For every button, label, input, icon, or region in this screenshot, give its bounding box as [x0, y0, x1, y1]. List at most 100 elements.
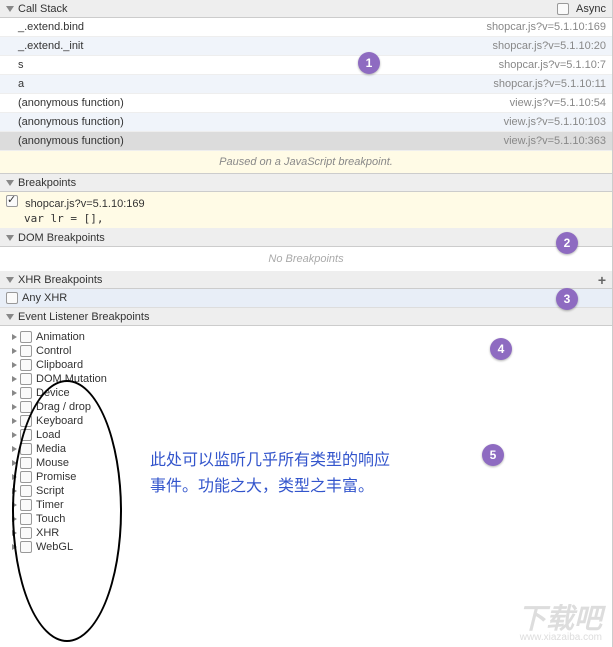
frame-location: view.js?v=5.1.10:363 — [504, 135, 606, 147]
event-category-item[interactable]: Load — [8, 428, 612, 442]
event-category-checkbox[interactable] — [20, 513, 32, 525]
disclosure-triangle-icon — [12, 418, 17, 424]
event-category-checkbox[interactable] — [20, 499, 32, 511]
event-category-item[interactable]: Clipboard — [8, 358, 612, 372]
call-stack-frame[interactable]: (anonymous function) view.js?v=5.1.10:103 — [0, 113, 612, 132]
add-xhr-breakpoint-icon[interactable]: + — [598, 272, 606, 288]
disclosure-triangle-icon — [12, 544, 17, 550]
watermark-url: www.xiazaiba.com — [520, 632, 602, 643]
event-category-checkbox[interactable] — [20, 331, 32, 343]
event-category-checkbox[interactable] — [20, 401, 32, 413]
event-category-item[interactable]: WebGL — [8, 540, 612, 554]
event-category-label: Drag / drop — [36, 401, 91, 413]
frame-function: (anonymous function) — [18, 116, 124, 128]
dom-breakpoints-header[interactable]: DOM Breakpoints — [0, 229, 612, 247]
event-category-label: XHR — [36, 527, 59, 539]
xhr-breakpoints-header[interactable]: XHR Breakpoints + — [0, 271, 612, 289]
any-xhr-row[interactable]: Any XHR — [0, 289, 612, 308]
breakpoints-title: Breakpoints — [18, 177, 606, 189]
event-category-item[interactable]: Control — [8, 344, 612, 358]
any-xhr-label: Any XHR — [22, 292, 67, 304]
call-stack-frame[interactable]: sshopcar.js?v=5.1.10:7 — [0, 56, 612, 75]
call-stack-list: _.extend.bindshopcar.js?v=5.1.10:169_.ex… — [0, 18, 612, 151]
disclosure-triangle-icon — [12, 432, 17, 438]
frame-location: view.js?v=5.1.10:103 — [504, 116, 606, 128]
event-category-label: WebGL — [36, 541, 73, 553]
event-category-label: Touch — [36, 513, 65, 525]
disclosure-triangle-icon — [12, 474, 17, 480]
breakpoint-label: shopcar.js?v=5.1.10:169 — [25, 198, 145, 210]
event-category-checkbox[interactable] — [20, 443, 32, 455]
event-category-label: Timer — [36, 499, 64, 511]
event-category-item[interactable]: Touch — [8, 512, 612, 526]
event-listener-title: Event Listener Breakpoints — [18, 311, 606, 323]
event-category-label: Promise — [36, 471, 76, 483]
dom-breakpoints-title: DOM Breakpoints — [18, 232, 606, 244]
annotation-badge-4: 4 — [490, 338, 512, 360]
xhr-breakpoints-title: XHR Breakpoints — [18, 274, 598, 286]
call-stack-frame[interactable]: (anonymous function) view.js?v=5.1.10:54 — [0, 94, 612, 113]
breakpoint-code: var lr = [], — [24, 212, 606, 225]
event-category-label: Keyboard — [36, 415, 83, 427]
event-category-label: DOM Mutation — [36, 373, 107, 385]
async-checkbox[interactable] — [557, 3, 569, 15]
event-category-item[interactable]: Animation — [8, 330, 612, 344]
event-category-checkbox[interactable] — [20, 387, 32, 399]
event-category-item[interactable]: Keyboard — [8, 414, 612, 428]
disclosure-triangle-icon — [12, 516, 17, 522]
any-xhr-checkbox[interactable] — [6, 292, 18, 304]
annotation-badge-2: 2 — [556, 232, 578, 254]
event-category-label: Load — [36, 429, 60, 441]
annotation-text: 此处可以监听几乎所有类型的响应事件。功能之大，类型之丰富。 — [150, 448, 400, 499]
frame-function: _.extend.bind — [18, 21, 84, 33]
frame-location: view.js?v=5.1.10:54 — [510, 97, 606, 109]
event-category-item[interactable]: DOM Mutation — [8, 372, 612, 386]
disclosure-triangle-icon — [12, 404, 17, 410]
call-stack-frame[interactable]: (anonymous function) view.js?v=5.1.10:363 — [0, 132, 612, 151]
disclosure-triangle-icon — [12, 376, 17, 382]
disclosure-triangle-icon — [12, 446, 17, 452]
async-label: Async — [576, 3, 606, 15]
event-category-item[interactable]: Drag / drop — [8, 400, 612, 414]
event-category-checkbox[interactable] — [20, 457, 32, 469]
event-category-checkbox[interactable] — [20, 359, 32, 371]
event-category-checkbox[interactable] — [20, 373, 32, 385]
event-category-checkbox[interactable] — [20, 485, 32, 497]
event-category-item[interactable]: Timer — [8, 498, 612, 512]
call-stack-frame[interactable]: ashopcar.js?v=5.1.10:11 — [0, 75, 612, 94]
event-category-label: Media — [36, 443, 66, 455]
event-category-label: Clipboard — [36, 359, 83, 371]
disclosure-triangle-icon — [6, 235, 14, 241]
frame-location: shopcar.js?v=5.1.10:169 — [486, 21, 606, 33]
call-stack-frame[interactable]: _.extend._initshopcar.js?v=5.1.10:20 — [0, 37, 612, 56]
event-category-item[interactable]: XHR — [8, 526, 612, 540]
event-category-checkbox[interactable] — [20, 527, 32, 539]
disclosure-triangle-icon — [12, 362, 17, 368]
frame-location: shopcar.js?v=5.1.10:20 — [493, 40, 606, 52]
event-category-label: Control — [36, 345, 71, 357]
event-category-checkbox[interactable] — [20, 429, 32, 441]
disclosure-triangle-icon — [12, 334, 17, 340]
call-stack-header[interactable]: Call Stack Async — [0, 0, 612, 18]
call-stack-title: Call Stack — [18, 3, 557, 15]
call-stack-frame[interactable]: _.extend.bind shopcar.js?v=5.1.10:169 — [0, 18, 612, 37]
frame-location: shopcar.js?v=5.1.10:7 — [499, 59, 606, 71]
frame-function: (anonymous function) — [18, 97, 124, 109]
disclosure-triangle-icon — [12, 530, 17, 536]
breakpoint-item[interactable]: shopcar.js?v=5.1.10:169 var lr = [], — [0, 192, 612, 229]
event-category-item[interactable]: Device — [8, 386, 612, 400]
pause-banner: Paused on a JavaScript breakpoint. — [0, 151, 612, 174]
disclosure-triangle-icon — [6, 6, 14, 12]
frame-function: (anonymous function) — [18, 135, 124, 147]
event-category-checkbox[interactable] — [20, 415, 32, 427]
breakpoint-checkbox[interactable] — [6, 195, 18, 207]
frame-location: shopcar.js?v=5.1.10:11 — [493, 78, 606, 90]
annotation-badge-1: 1 — [358, 52, 380, 74]
event-category-checkbox[interactable] — [20, 471, 32, 483]
breakpoints-header[interactable]: Breakpoints — [0, 174, 612, 192]
event-category-checkbox[interactable] — [20, 541, 32, 553]
event-category-checkbox[interactable] — [20, 345, 32, 357]
disclosure-triangle-icon — [6, 180, 14, 186]
disclosure-triangle-icon — [12, 502, 17, 508]
event-listener-breakpoints-header[interactable]: Event Listener Breakpoints — [0, 308, 612, 326]
